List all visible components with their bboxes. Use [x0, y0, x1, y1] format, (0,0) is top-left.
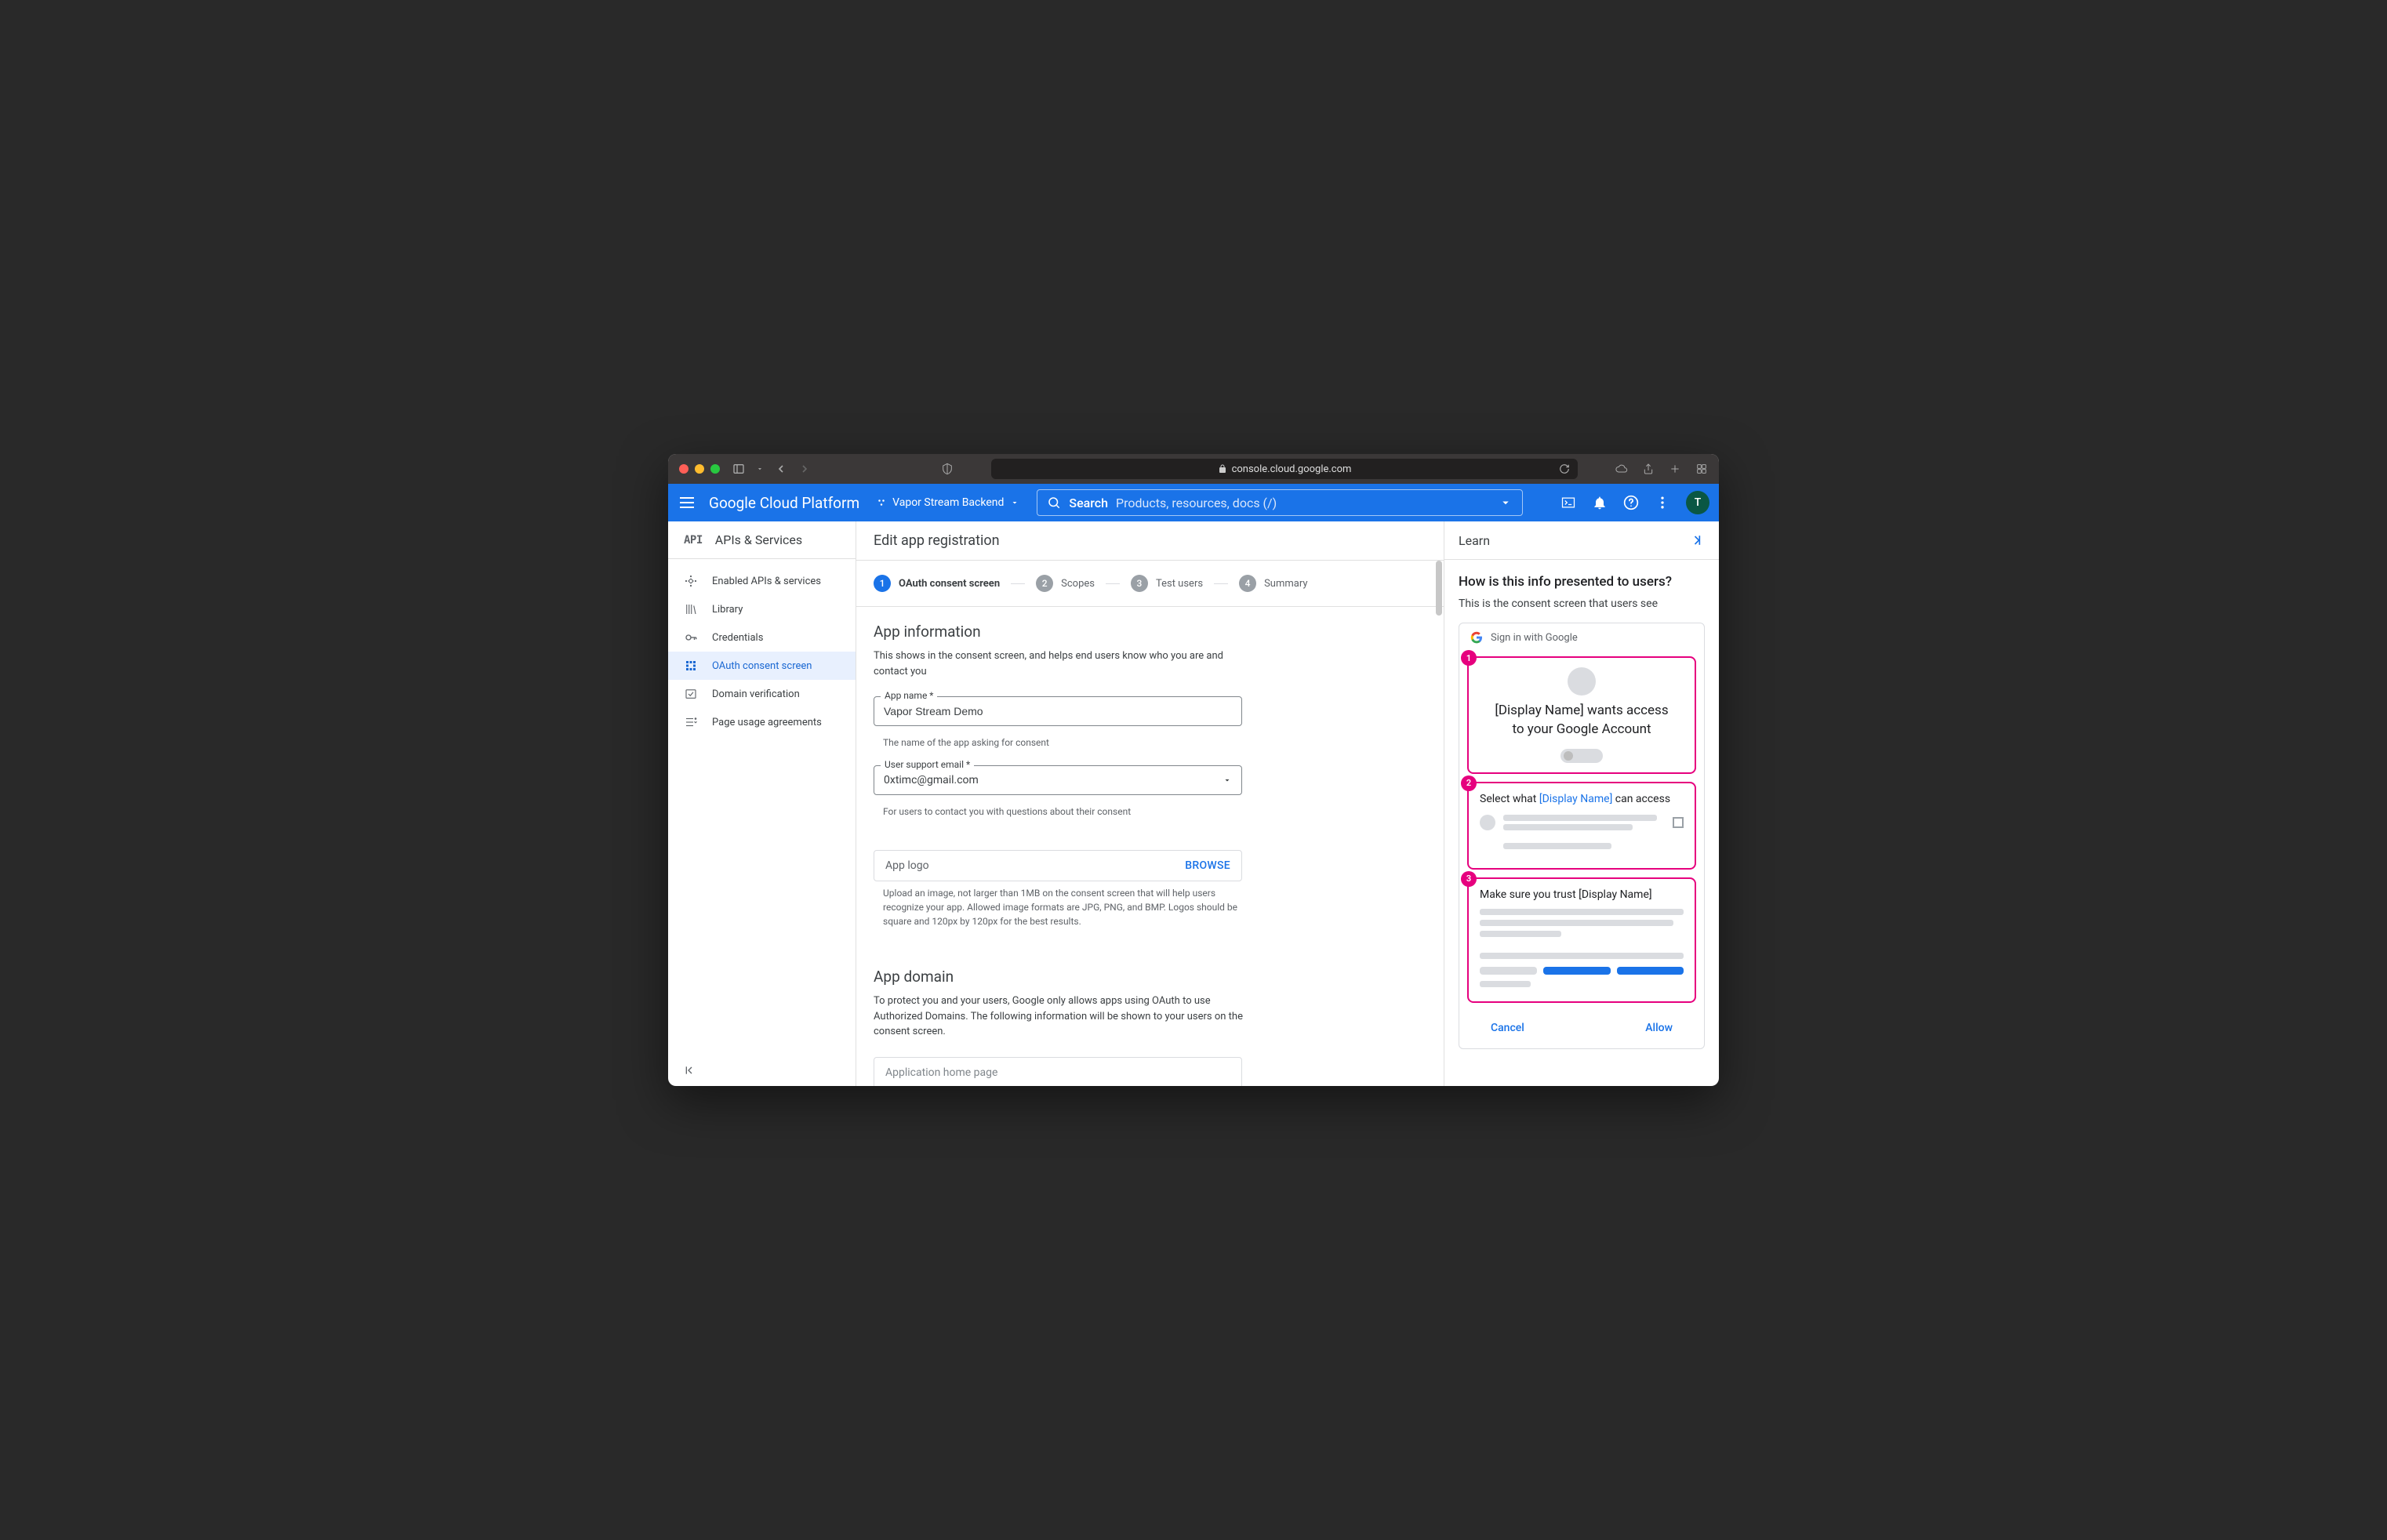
- gcp-header: Google Cloud Platform Vapor Stream Backe…: [668, 484, 1719, 521]
- support-email-label: User support email *: [881, 759, 974, 770]
- section-app-domain-title: App domain: [874, 968, 1426, 986]
- cloud-shell-icon[interactable]: [1560, 495, 1576, 510]
- oauth-icon: [684, 659, 698, 673]
- share-icon[interactable]: [1642, 463, 1655, 475]
- main-content: Edit app registration 1OAuth consent scr…: [856, 521, 1719, 1086]
- section-app-info-title: App information: [874, 623, 1426, 641]
- badge-2: 2: [1461, 775, 1477, 791]
- shield-icon[interactable]: [941, 463, 954, 475]
- app-logo-field[interactable]: App logo BROWSE: [874, 850, 1242, 881]
- close-window[interactable]: [679, 464, 688, 474]
- close-learn-icon[interactable]: [1689, 532, 1705, 548]
- scrollbar[interactable]: [1436, 561, 1442, 616]
- page-title: Edit app registration: [856, 521, 1444, 561]
- user-avatar[interactable]: T: [1686, 491, 1709, 514]
- badge-3: 3: [1461, 871, 1477, 887]
- nav-oauth-consent[interactable]: OAuth consent screen: [668, 652, 856, 680]
- sidebar-title: APIs & Services: [715, 532, 802, 547]
- stepper: 1OAuth consent screen 2Scopes 3Test user…: [856, 561, 1444, 607]
- library-icon: [684, 602, 698, 616]
- notifications-icon[interactable]: [1592, 495, 1608, 510]
- project-icon: [877, 498, 886, 507]
- nav-library[interactable]: Library: [668, 595, 856, 623]
- search-bar[interactable]: Search Products, resources, docs (/): [1037, 489, 1523, 516]
- search-label: Search: [1069, 496, 1108, 510]
- sidebar-toggle-icon[interactable]: [732, 463, 745, 475]
- learn-subtitle: This is the consent screen that users se…: [1459, 597, 1705, 610]
- form-area: Edit app registration 1OAuth consent scr…: [856, 521, 1444, 1086]
- nav-domain-verification[interactable]: Domain verification: [668, 680, 856, 708]
- section-app-info-desc: This shows in the consent screen, and he…: [874, 648, 1250, 679]
- credentials-icon: [684, 630, 698, 645]
- app-logo-helper: Upload an image, not larger than 1MB on …: [874, 881, 1242, 928]
- more-icon[interactable]: [1655, 495, 1670, 510]
- google-logo-icon: [1470, 631, 1483, 644]
- tabs-icon[interactable]: [1695, 463, 1708, 475]
- step-scopes[interactable]: 2Scopes: [1036, 575, 1095, 592]
- maximize-window[interactable]: [710, 464, 720, 474]
- nav-enabled-apis[interactable]: Enabled APIs & services: [668, 567, 856, 595]
- browse-button[interactable]: BROWSE: [1185, 859, 1230, 872]
- page-body: API APIs & Services Enabled APIs & servi…: [668, 521, 1719, 1086]
- collapse-sidebar-icon[interactable]: [684, 1064, 696, 1077]
- chevron-down-icon: [1499, 496, 1513, 510]
- mock-allow[interactable]: Allow: [1645, 1022, 1673, 1034]
- browser-window: console.cloud.google.com Google Cloud Pl…: [668, 454, 1719, 1086]
- mock-cancel[interactable]: Cancel: [1491, 1022, 1524, 1034]
- search-icon: [1047, 496, 1061, 510]
- reload-icon[interactable]: [1559, 463, 1570, 474]
- plus-icon[interactable]: [1669, 463, 1681, 475]
- mock-card-3: 3 Make sure you trust [Display Name]: [1467, 877, 1696, 1003]
- step-oauth-consent[interactable]: 1OAuth consent screen: [874, 575, 1000, 592]
- browser-chrome: console.cloud.google.com: [668, 454, 1719, 484]
- dropdown-icon: [1010, 498, 1019, 507]
- page-usage-icon: [684, 715, 698, 729]
- nav-credentials[interactable]: Credentials: [668, 623, 856, 652]
- mock-signin: Sign in with Google: [1459, 623, 1704, 652]
- app-name-helper: The name of the app asking for consent: [874, 731, 1242, 750]
- app-logo-label: App logo: [885, 859, 929, 872]
- forward-icon[interactable]: [798, 463, 811, 475]
- back-icon[interactable]: [775, 463, 787, 475]
- nav-page-usage[interactable]: Page usage agreements: [668, 708, 856, 736]
- traffic-lights: [679, 464, 720, 474]
- consent-mockup: Sign in with Google 1 [Display Name] wan…: [1459, 623, 1705, 1049]
- url-text: console.cloud.google.com: [1232, 463, 1352, 475]
- menu-icon[interactable]: [678, 493, 696, 512]
- project-name: Vapor Stream Backend: [892, 496, 1004, 509]
- support-email-helper: For users to contact you with questions …: [874, 800, 1242, 819]
- support-email-field: User support email * 0xtimc@gmail.com: [874, 765, 1242, 795]
- step-test-users[interactable]: 3Test users: [1131, 575, 1203, 592]
- learn-title: Learn: [1459, 533, 1490, 548]
- help-icon[interactable]: [1623, 495, 1639, 510]
- learn-question: How is this info presented to users?: [1459, 574, 1705, 590]
- dropdown-icon: [1223, 775, 1232, 785]
- minimize-window[interactable]: [695, 464, 704, 474]
- lock-icon: [1218, 464, 1227, 474]
- enabled-apis-icon: [684, 574, 698, 588]
- cloud-icon[interactable]: [1615, 463, 1628, 475]
- sidebar: API APIs & Services Enabled APIs & servi…: [668, 521, 856, 1086]
- mock-actions: Cancel Allow: [1459, 1011, 1704, 1048]
- mock-card-2: 2 Select what [Display Name] can access: [1467, 782, 1696, 870]
- chevron-down-icon[interactable]: [756, 465, 764, 473]
- home-page-input[interactable]: Application home page: [874, 1057, 1242, 1087]
- learn-panel: Learn How is this info presented to user…: [1444, 521, 1719, 1086]
- search-placeholder: Products, resources, docs (/): [1116, 496, 1277, 510]
- project-picker[interactable]: Vapor Stream Backend: [872, 496, 1024, 509]
- platform-title[interactable]: Google Cloud Platform: [709, 494, 859, 512]
- url-bar[interactable]: console.cloud.google.com: [991, 459, 1578, 479]
- domain-icon: [684, 687, 698, 701]
- app-name-field: App name *: [874, 696, 1242, 726]
- section-app-domain-desc: To protect you and your users, Google on…: [874, 993, 1250, 1040]
- badge-1: 1: [1461, 650, 1477, 666]
- sidebar-nav: Enabled APIs & services Library Credenti…: [668, 559, 856, 744]
- app-name-label: App name *: [881, 690, 937, 701]
- step-summary[interactable]: 4Summary: [1239, 575, 1307, 592]
- learn-header: Learn: [1444, 521, 1719, 560]
- api-icon: API: [684, 534, 703, 547]
- mock-card-1: 1 [Display Name] wants accessto your Goo…: [1467, 656, 1696, 774]
- sidebar-header[interactable]: API APIs & Services: [668, 521, 856, 559]
